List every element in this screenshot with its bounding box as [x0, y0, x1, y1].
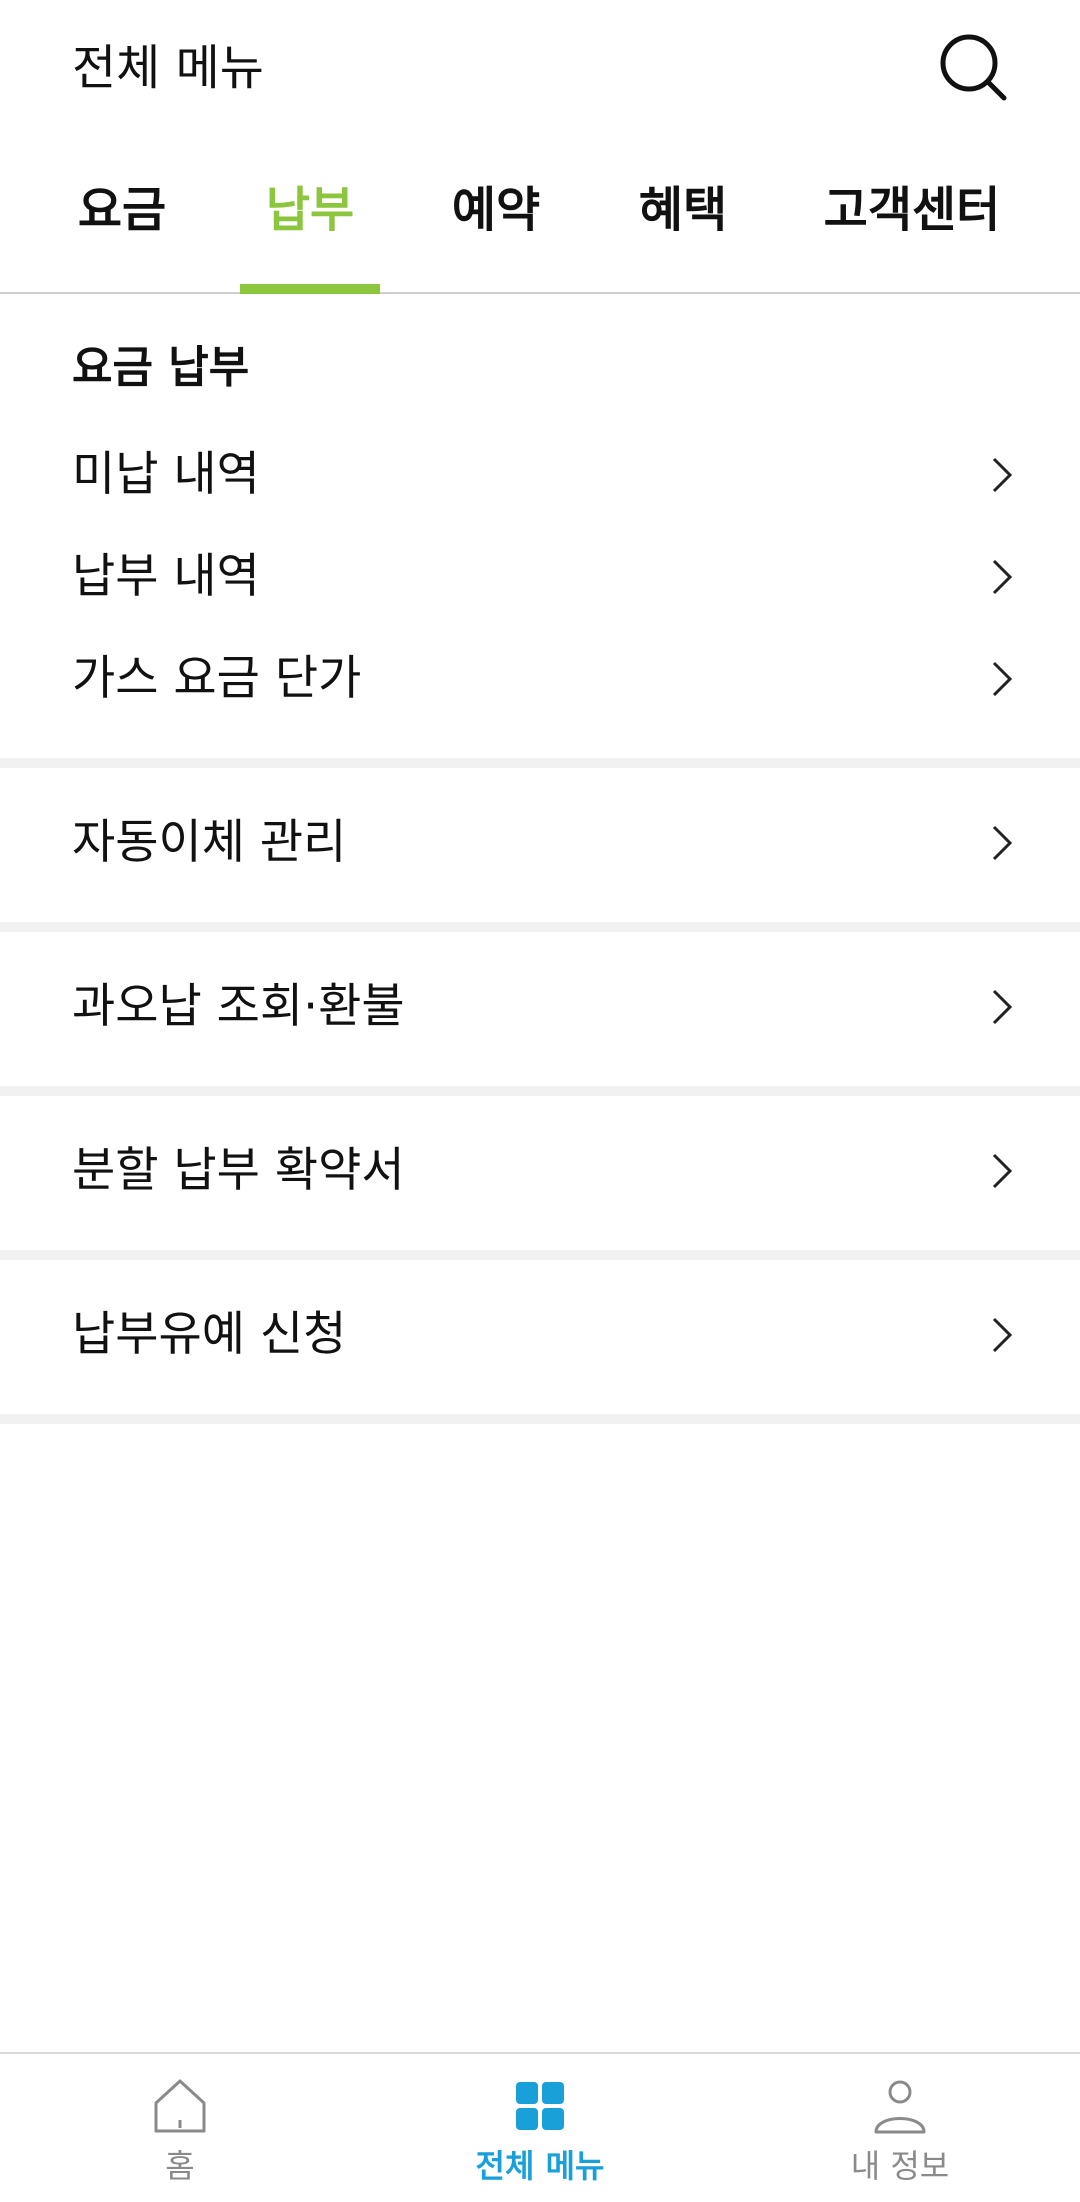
tab-payment[interactable]: 납부 [260, 178, 360, 242]
chevron-right-icon [992, 989, 1013, 1025]
menu-item-installment-agreement[interactable]: 분할 납부 확약서 [0, 1121, 1080, 1221]
tab-fee[interactable]: 요금 [72, 178, 172, 242]
section-divider [0, 1250, 1080, 1260]
category-tabs: 요금 납부 예약 혜택 고객센터 [0, 150, 1080, 294]
section-title: 요금 납부 [72, 342, 250, 393]
nav-label: 내 정보 [850, 2147, 950, 2185]
nav-label: 홈 [165, 2147, 195, 2185]
nav-label: 전체 메뉴 [475, 2147, 605, 2185]
search-icon [940, 34, 1007, 101]
tab-reservation[interactable]: 예약 [446, 178, 546, 242]
search-button[interactable] [936, 30, 1012, 106]
section-divider [0, 1086, 1080, 1096]
menu-item-gas-rate[interactable]: 가스 요금 단가 [0, 629, 1080, 729]
menu-item-label: 분할 납부 확약서 [72, 1143, 405, 1198]
chevron-right-icon [992, 825, 1013, 861]
home-icon [154, 2079, 206, 2133]
menu-item-overpayment-refund[interactable]: 과오납 조회·환불 [0, 957, 1080, 1057]
nav-all-menu[interactable]: 전체 메뉴 [360, 2054, 720, 2202]
page-title: 전체 메뉴 [72, 40, 264, 96]
tab-benefits[interactable]: 혜택 [633, 178, 733, 242]
chevron-right-icon [992, 1317, 1013, 1353]
chevron-right-icon [992, 1153, 1013, 1189]
menu-item-label: 납부유예 신청 [72, 1307, 347, 1362]
nav-my-info[interactable]: 내 정보 [720, 2054, 1080, 2202]
menu-item-label: 자동이체 관리 [72, 815, 347, 870]
menu-item-label: 과오납 조회·환불 [72, 979, 405, 1034]
menu-item-unpaid-history[interactable]: 미납 내역 [0, 425, 1080, 525]
menu-item-payment-history[interactable]: 납부 내역 [0, 527, 1080, 627]
bottom-navigation: 홈 전체 메뉴 내 정보 [0, 2052, 1080, 2202]
menu-item-label: 미납 내역 [72, 447, 260, 502]
chevron-right-icon [992, 457, 1013, 493]
menu-item-auto-transfer[interactable]: 자동이체 관리 [0, 793, 1080, 893]
app-header: 전체 메뉴 [0, 0, 1080, 135]
section-divider [0, 758, 1080, 768]
active-tab-indicator [240, 284, 380, 294]
tab-customer-center[interactable]: 고객센터 [822, 178, 1002, 242]
menu-item-label: 납부 내역 [72, 549, 260, 604]
chevron-right-icon [992, 559, 1013, 595]
person-icon [874, 2080, 926, 2134]
menu-item-payment-deferral[interactable]: 납부유예 신청 [0, 1285, 1080, 1385]
section-divider [0, 1414, 1080, 1424]
menu-item-label: 가스 요금 단가 [72, 651, 362, 706]
grid-icon [516, 2082, 564, 2130]
section-divider [0, 922, 1080, 932]
chevron-right-icon [992, 661, 1013, 697]
nav-home[interactable]: 홈 [0, 2054, 360, 2202]
